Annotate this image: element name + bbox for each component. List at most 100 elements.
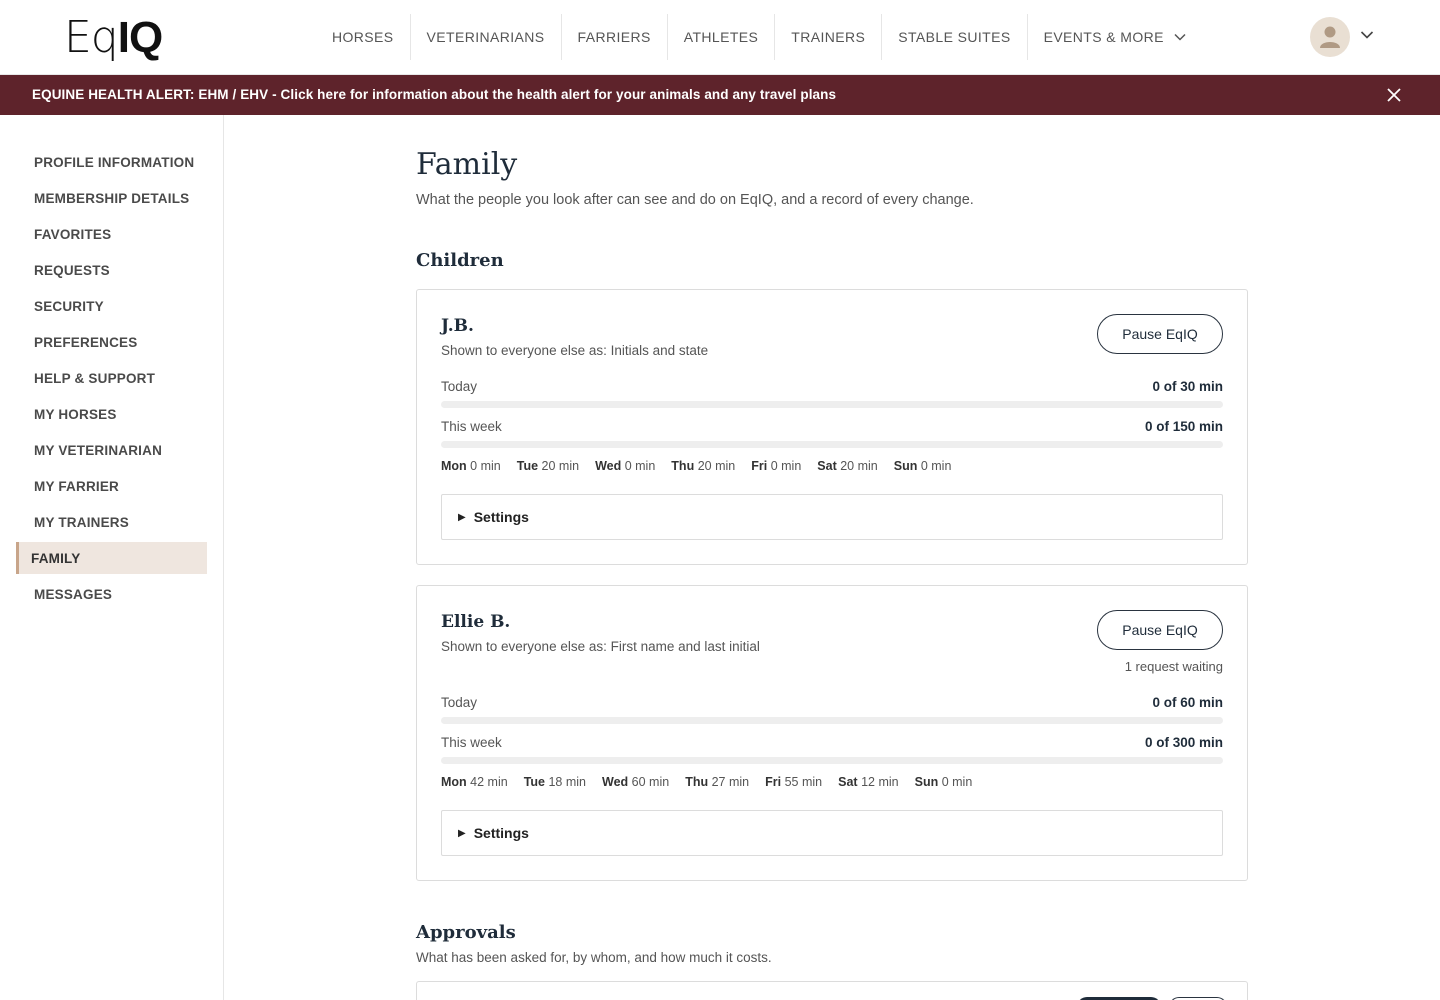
sidebar-item-label: MESSAGES	[34, 586, 113, 602]
today-value: 0 of 60 min	[1152, 695, 1223, 710]
sidebar-item-membership-details[interactable]: MEMBERSHIP DETAILS	[16, 182, 207, 214]
approvals-card	[416, 981, 1248, 1000]
settings-label: Settings	[473, 825, 529, 841]
today-label: Today	[441, 379, 478, 394]
sidebar-item-my-veterinarian[interactable]: MY VETERINARIAN	[16, 434, 207, 466]
close-icon[interactable]	[1386, 87, 1402, 103]
sidebar-item-security[interactable]: SECURITY	[16, 290, 207, 322]
pause-eqiq-button[interactable]: Pause EqIQ	[1097, 314, 1223, 354]
child-name: J.B.	[441, 316, 474, 336]
pause-eqiq-button[interactable]: Pause EqIQ	[1097, 610, 1223, 650]
sidebar-item-label: MY FARRIER	[34, 478, 120, 494]
nav-label: STABLE SUITES	[898, 29, 1011, 45]
settings-label: Settings	[473, 509, 529, 525]
day-usage: Fri 55 min	[765, 775, 823, 789]
caret-right-icon: ▶	[458, 827, 466, 839]
settings-disclosure[interactable]: ▶ Settings	[441, 494, 1223, 540]
child-visibility: Shown to everyone else as: First name an…	[441, 639, 760, 654]
alert-text[interactable]: EQUINE HEALTH ALERT: EHM / EHV - Click h…	[32, 87, 836, 102]
sidebar-item-label: PREFERENCES	[34, 334, 138, 350]
week-value: 0 of 300 min	[1144, 735, 1223, 750]
child-name: Ellie B.	[441, 612, 511, 632]
children-heading: Children	[416, 250, 504, 271]
sidebar-item-family[interactable]: FAMILY	[16, 542, 207, 574]
avatar[interactable]	[1310, 17, 1350, 57]
child-card: J.B. Shown to everyone else as: Initials…	[416, 289, 1248, 565]
nav-label: EVENTS & MORE	[1043, 29, 1164, 45]
nav-label: VETERINARIANS	[426, 29, 545, 45]
week-label: This week	[441, 735, 502, 750]
sidebar-item-my-horses[interactable]: MY HORSES	[16, 398, 207, 430]
sidebar-item-label: HELP & SUPPORT	[34, 370, 156, 386]
account-sidebar: PROFILE INFORMATION MEMBERSHIP DETAILS F…	[0, 115, 224, 1000]
page-subtitle: What the people you look after can see a…	[416, 192, 974, 208]
sidebar-item-label: REQUESTS	[34, 262, 110, 278]
approvals-heading: Approvals	[416, 922, 516, 943]
day-usage: Sun 0 min	[914, 775, 973, 789]
day-usage: Mon 42 min	[441, 775, 508, 789]
today-value: 0 of 30 min	[1152, 379, 1223, 394]
day-usage: Sun 0 min	[893, 459, 952, 473]
day-usage: Wed 0 min	[595, 459, 656, 473]
settings-summary: ▶ Settings	[458, 509, 529, 525]
nav-label: ATHLETES	[683, 29, 759, 45]
sidebar-item-label: MY VETERINARIAN	[34, 442, 163, 458]
sidebar-item-help-support[interactable]: HELP & SUPPORT	[16, 362, 207, 394]
sidebar-item-label: MEMBERSHIP DETAILS	[34, 190, 190, 206]
chevron-down-icon	[1174, 33, 1186, 41]
eqiq-logo[interactable]: EqIQ	[64, 14, 163, 62]
sidebar-item-label: SECURITY	[34, 298, 104, 314]
sidebar-item-messages[interactable]: MESSAGES	[16, 578, 207, 610]
sidebar-item-label: MY TRAINERS	[34, 514, 129, 530]
sidebar-item-label: FAMILY	[31, 550, 81, 566]
sidebar-item-label: MY HORSES	[34, 406, 117, 422]
settings-disclosure[interactable]: ▶ Settings	[441, 810, 1223, 856]
child-card: Ellie B. Shown to everyone else as: Firs…	[416, 585, 1248, 881]
request-waiting-link[interactable]: 1 request waiting	[1125, 659, 1223, 674]
nav-label: FARRIERS	[577, 29, 651, 45]
nav-farriers[interactable]: FARRIERS	[562, 14, 668, 60]
sidebar-item-label: FAVORITES	[34, 226, 112, 242]
chevron-down-icon[interactable]	[1360, 30, 1374, 40]
caret-right-icon: ▶	[458, 511, 466, 523]
child-visibility: Shown to everyone else as: Initials and …	[441, 343, 709, 358]
daily-breakdown: Mon 42 min Tue 18 min Wed 60 min Thu 27 …	[441, 775, 988, 789]
sidebar-item-my-trainers[interactable]: MY TRAINERS	[16, 506, 207, 538]
sidebar-item-profile-information[interactable]: PROFILE INFORMATION	[16, 146, 207, 178]
week-progress-bar	[441, 757, 1223, 764]
day-usage: Sat 20 min	[817, 459, 878, 473]
day-usage: Sat 12 min	[838, 775, 899, 789]
sidebar-item-requests[interactable]: REQUESTS	[16, 254, 207, 286]
week-label: This week	[441, 419, 502, 434]
sidebar-item-preferences[interactable]: PREFERENCES	[16, 326, 207, 358]
today-progress-bar	[441, 717, 1223, 724]
nav-veterinarians[interactable]: VETERINARIANS	[411, 14, 562, 60]
week-value: 0 of 150 min	[1144, 419, 1223, 434]
day-usage: Fri 0 min	[751, 459, 802, 473]
nav-trainers[interactable]: TRAINERS	[775, 14, 883, 60]
user-icon	[1320, 26, 1340, 48]
day-usage: Wed 60 min	[602, 775, 670, 789]
week-progress-bar	[441, 441, 1223, 448]
nav-events-more[interactable]: EVENTS & MORE	[1028, 14, 1202, 60]
day-usage: Thu 20 min	[671, 459, 736, 473]
approvals-subtitle: What has been asked for, by whom, and ho…	[416, 950, 772, 965]
daily-breakdown: Mon 0 min Tue 20 min Wed 0 min Thu 20 mi…	[441, 459, 967, 473]
today-progress-bar	[441, 401, 1223, 408]
sidebar-item-favorites[interactable]: FAVORITES	[16, 218, 207, 250]
day-usage: Mon 0 min	[441, 459, 501, 473]
main-nav: HORSES VETERINARIANS FARRIERS ATHLETES T…	[316, 14, 1202, 60]
nav-stable-suites[interactable]: STABLE SUITES	[882, 14, 1028, 60]
page-title: Family	[416, 147, 518, 182]
today-label: Today	[441, 695, 478, 710]
day-usage: Tue 18 min	[523, 775, 587, 789]
day-usage: Thu 27 min	[685, 775, 750, 789]
nav-athletes[interactable]: ATHLETES	[668, 14, 776, 60]
sidebar-item-my-farrier[interactable]: MY FARRIER	[16, 470, 207, 502]
health-alert-banner[interactable]: EQUINE HEALTH ALERT: EHM / EHV - Click h…	[0, 75, 1440, 115]
sidebar-menu: PROFILE INFORMATION MEMBERSHIP DETAILS F…	[16, 146, 207, 614]
nav-horses[interactable]: HORSES	[316, 14, 411, 60]
day-usage: Tue 20 min	[516, 459, 580, 473]
top-navigation: EqIQ HORSES VETERINARIANS FARRIERS ATHLE…	[0, 0, 1440, 75]
settings-summary: ▶ Settings	[458, 825, 529, 841]
